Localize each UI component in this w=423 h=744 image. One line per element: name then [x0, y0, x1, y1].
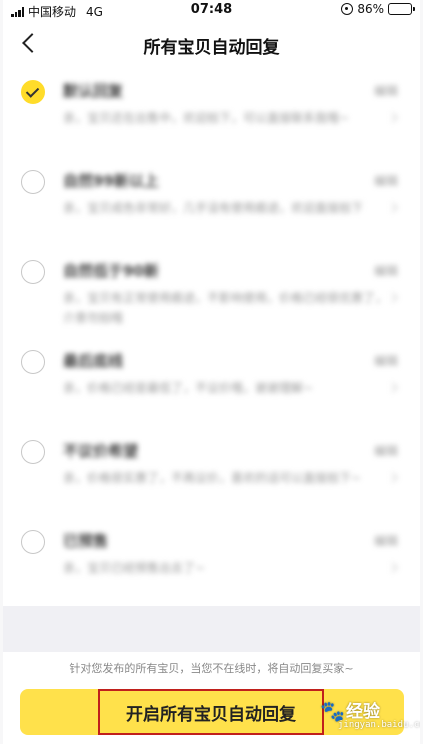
option-text: 亲，价格很实惠了，不再议价，喜欢的话可以直接拍下~: [63, 471, 362, 485]
option-text: 亲，宝贝有正常使用痕迹，不影响使用，价格已经很优惠了，介意勿拍哦: [63, 291, 388, 325]
option-text: 亲，宝贝成色非常好，几乎没有使用痕迹，欢迎直接拍下: [63, 201, 364, 215]
status-right: 86%: [341, 2, 415, 16]
option-text: 亲，宝贝已经预售出去了~: [63, 561, 206, 575]
battery-icon: [388, 3, 415, 15]
status-bar: 中国移动 4G 07:48 86%: [3, 0, 420, 20]
watermark-url: jingyan.baidu.com: [338, 720, 420, 730]
option-title: 自然低于90新: [63, 262, 159, 280]
reply-list: 默认回复 编辑 亲，宝贝还在出售中，欢迎拍下，可以直接联系我哦~ 自然99新以上…: [3, 72, 420, 612]
reply-option[interactable]: 自然99新以上 编辑 亲，宝贝成色非常好，几乎没有使用痕迹，欢迎直接拍下: [3, 162, 420, 252]
option-title: 不议价希望: [63, 442, 139, 460]
radio-button[interactable]: [21, 350, 45, 374]
battery-percent: 86%: [357, 2, 384, 16]
footer-note: 针对您发布的所有宝贝，当您不在线时，将自动回复买家~: [69, 662, 354, 675]
radio-button[interactable]: [21, 260, 45, 284]
page-title: 所有宝贝自动回复: [143, 38, 280, 58]
reply-option[interactable]: 自然低于90新 编辑 亲，宝贝有正常使用痕迹，不影响使用，价格已经很优惠了，介意…: [3, 252, 420, 342]
radio-button[interactable]: [21, 530, 45, 554]
watermark: 🐾 经验 jingyan.baidu.com: [320, 695, 420, 735]
rotation-lock-icon: [341, 3, 354, 15]
nav-bar: 所有宝贝自动回复: [3, 22, 420, 68]
app-screen: 中国移动 4G 07:48 86% 所有宝贝自动回复 默认回复 编辑 亲，宝贝还…: [3, 0, 420, 744]
reply-option[interactable]: 不议价希望 编辑 亲，价格很实惠了，不再议价，喜欢的话可以直接拍下~: [3, 432, 420, 522]
option-title: 最后底线: [63, 352, 124, 370]
option-text: 亲，宝贝还在出售中，欢迎拍下，可以直接联系我哦~: [63, 111, 350, 125]
option-title: 已预售: [63, 532, 109, 550]
reply-option[interactable]: 最后底线 编辑 亲，价格已经是最低了，不议价哦，谢谢理解~: [3, 342, 420, 432]
check-icon: [25, 84, 40, 98]
option-title: 默认回复: [63, 82, 124, 100]
reply-option[interactable]: 已预售 编辑 亲，宝贝已经预售出去了~: [3, 522, 420, 612]
edit-link[interactable]: 编辑: [374, 262, 398, 279]
edit-link[interactable]: 编辑: [374, 532, 398, 549]
edit-link[interactable]: 编辑: [374, 442, 398, 459]
radio-button[interactable]: [21, 80, 45, 104]
list-bottom-spacer: [3, 606, 420, 652]
radio-button[interactable]: [21, 440, 45, 464]
reply-option[interactable]: 默认回复 编辑 亲，宝贝还在出售中，欢迎拍下，可以直接联系我哦~: [3, 72, 420, 162]
edit-link[interactable]: 编辑: [374, 172, 398, 189]
watermark-text: 经验: [346, 702, 380, 722]
enable-auto-reply-label[interactable]: 开启所有宝贝自动回复: [98, 689, 324, 735]
edit-link[interactable]: 编辑: [374, 352, 398, 369]
option-text: 亲，价格已经是最低了，不议价哦，谢谢理解~: [63, 381, 314, 395]
radio-button[interactable]: [21, 170, 45, 194]
option-title: 自然99新以上: [63, 172, 159, 190]
edit-link[interactable]: 编辑: [374, 82, 398, 99]
